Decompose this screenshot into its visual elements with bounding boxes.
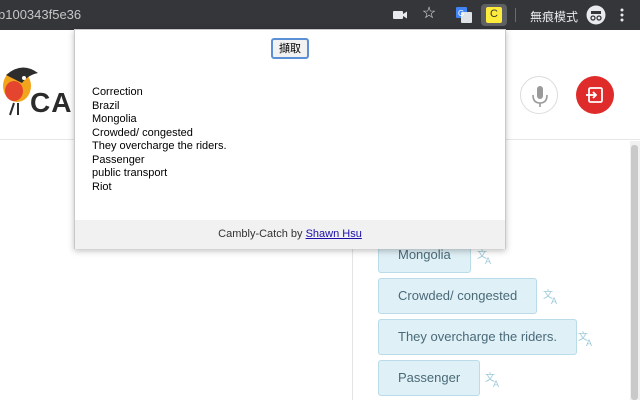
word-item: Passenger bbox=[92, 153, 145, 166]
end-call-button[interactable] bbox=[576, 76, 614, 114]
google-translate-icon[interactable]: G bbox=[456, 7, 472, 23]
translate-icon[interactable]: 文 A bbox=[578, 330, 596, 346]
scrollbar-thumb[interactable] bbox=[631, 145, 638, 400]
correction-chip[interactable]: Passenger bbox=[378, 360, 481, 396]
microphone-icon bbox=[532, 86, 548, 107]
menu-icon[interactable] bbox=[618, 7, 626, 23]
incognito-icon[interactable] bbox=[586, 5, 606, 25]
popup-footer: Cambly-Catch by Shawn Hsu bbox=[75, 220, 505, 249]
word-item: They overcharge the riders. bbox=[92, 140, 227, 152]
correction-chip[interactable]: They overcharge the riders. bbox=[378, 319, 577, 355]
translate-icon[interactable]: 文 A bbox=[485, 371, 503, 387]
svg-text:A: A bbox=[493, 379, 499, 387]
incognito-label[interactable]: 無痕模式 bbox=[530, 8, 578, 25]
toolbar-divider bbox=[515, 8, 516, 22]
correction-chip[interactable]: Crowded/ congested bbox=[378, 278, 538, 314]
word-item: Brazil bbox=[92, 99, 120, 112]
word-item: public transport bbox=[92, 167, 168, 179]
word-item: Riot bbox=[92, 180, 112, 193]
word-item: Crowded/ congested bbox=[92, 126, 193, 139]
svg-text:A: A bbox=[485, 256, 491, 264]
star-icon[interactable]: ☆ bbox=[421, 6, 437, 22]
captured-word-list: Correction Brazil Mongolia Crowded/ cong… bbox=[92, 86, 227, 194]
svg-text:G: G bbox=[458, 9, 464, 18]
capture-button[interactable]: 擷取 bbox=[271, 38, 309, 59]
address-bar-text[interactable]: b100343f5e36 bbox=[0, 7, 81, 22]
exit-icon bbox=[586, 87, 603, 103]
cambly-catch-extension-icon[interactable]: C bbox=[486, 7, 502, 23]
svg-text:A: A bbox=[586, 338, 592, 346]
camera-icon[interactable] bbox=[392, 7, 408, 23]
translate-icon[interactable]: 文 A bbox=[543, 288, 561, 304]
browser-toolbar: b100343f5e36 ☆ G C 無痕模式 bbox=[0, 0, 640, 30]
word-item: Mongolia bbox=[92, 113, 137, 125]
cambly-catch-popup: 擷取 Correction Brazil Mongolia Crowded/ c… bbox=[74, 29, 506, 249]
microphone-button[interactable] bbox=[520, 76, 558, 114]
author-link[interactable]: Shawn Hsu bbox=[306, 228, 362, 240]
svg-text:A: A bbox=[551, 296, 557, 304]
word-item: Correction bbox=[92, 86, 143, 98]
footer-credit-text: Cambly-Catch by bbox=[218, 228, 306, 240]
translate-icon[interactable]: 文 A bbox=[477, 248, 495, 264]
